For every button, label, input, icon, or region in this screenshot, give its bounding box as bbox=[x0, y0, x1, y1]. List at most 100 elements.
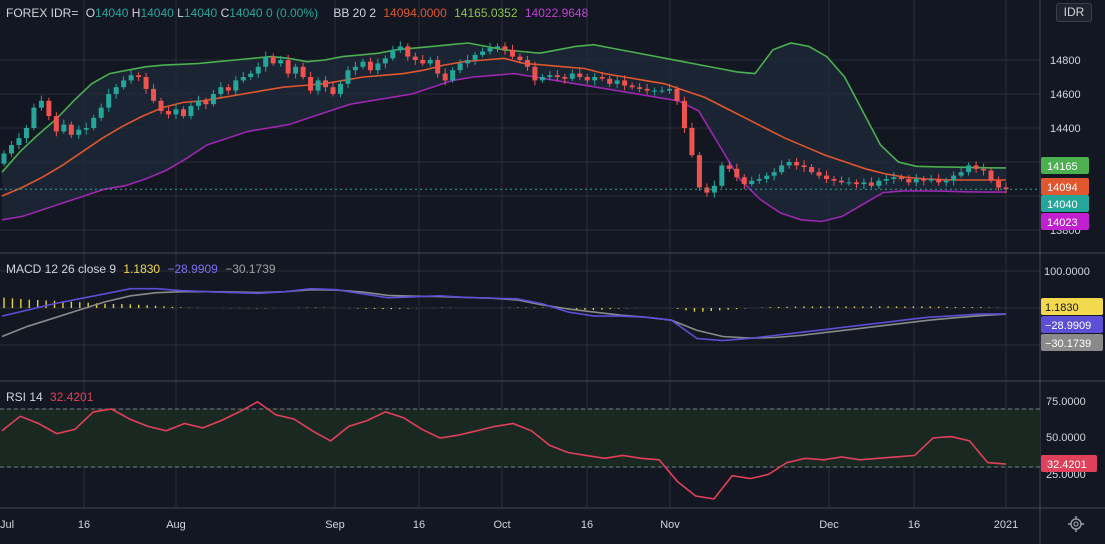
close-value: 14040 bbox=[229, 6, 263, 20]
price-axis-tick: 14800 bbox=[1050, 55, 1081, 67]
candle-body bbox=[367, 61, 373, 71]
candle-body bbox=[539, 77, 545, 81]
candle-body bbox=[345, 70, 351, 84]
rsi-axis-tick: 50.0000 bbox=[1046, 432, 1086, 444]
candle-body bbox=[450, 70, 456, 81]
candle-body bbox=[472, 54, 478, 60]
candle-body bbox=[779, 165, 785, 173]
candle-body bbox=[323, 80, 329, 88]
candle-body bbox=[143, 77, 149, 89]
candle-body bbox=[166, 111, 172, 115]
candle-body bbox=[330, 87, 336, 94]
candle-body bbox=[158, 100, 164, 111]
candle-body bbox=[689, 128, 695, 156]
candle-body bbox=[891, 177, 897, 179]
candle-body bbox=[771, 172, 777, 176]
candle-body bbox=[719, 165, 725, 186]
open-value: 14040 bbox=[95, 6, 129, 20]
candle-body bbox=[831, 179, 837, 181]
candle-body bbox=[375, 63, 381, 71]
price-badge-label: 14094 bbox=[1047, 182, 1078, 194]
macd-legend: MACD 12 26 close 9 1.1830 −28.9909 −30.1… bbox=[6, 262, 276, 276]
candle-body bbox=[988, 170, 994, 181]
candle-body bbox=[883, 179, 889, 181]
candle-body bbox=[233, 80, 239, 91]
rsi-value: 32.4201 bbox=[50, 390, 94, 404]
macd-badge-label: 1.1830 bbox=[1045, 302, 1079, 314]
currency-button[interactable]: IDR bbox=[1056, 3, 1092, 22]
candle-body bbox=[524, 60, 530, 67]
candle-body bbox=[16, 138, 22, 145]
price-badge-label: 14040 bbox=[1047, 199, 1078, 211]
candle-body bbox=[502, 46, 508, 50]
time-axis-tick: Dec bbox=[819, 519, 839, 531]
candle-body bbox=[659, 90, 665, 92]
candle-body bbox=[936, 179, 942, 183]
macd-axis-tick: 100.0000 bbox=[1044, 266, 1090, 278]
time-axis-tick: Sep bbox=[325, 519, 345, 531]
candle-body bbox=[816, 172, 822, 176]
candle-body bbox=[861, 182, 867, 185]
low-label: L bbox=[177, 6, 184, 20]
candle-body bbox=[547, 75, 553, 77]
candle-body bbox=[263, 56, 269, 67]
candle-body bbox=[943, 180, 949, 183]
candle-body bbox=[749, 180, 755, 185]
candle-body bbox=[966, 165, 972, 173]
candle-body bbox=[91, 117, 97, 128]
change-value: 0 (0.00%) bbox=[265, 6, 318, 20]
macd-value: −28.9909 bbox=[167, 262, 218, 276]
bb-upper-value: 14165.0352 bbox=[454, 6, 518, 20]
low-value: 14040 bbox=[183, 6, 218, 20]
candle-body bbox=[188, 105, 194, 117]
bb-basis-value: 14094.0000 bbox=[383, 6, 447, 20]
candle-body bbox=[435, 60, 441, 74]
candle-body bbox=[203, 100, 209, 105]
candle-body bbox=[270, 56, 276, 64]
candle-body bbox=[622, 80, 628, 86]
candle-body bbox=[352, 66, 358, 71]
candle-body bbox=[248, 73, 254, 77]
candle-body bbox=[285, 60, 291, 74]
candle-body bbox=[741, 177, 747, 185]
symbol-name: FOREX IDR= bbox=[6, 6, 79, 20]
candle-body bbox=[113, 87, 119, 94]
candle-body bbox=[876, 180, 882, 186]
candle-body bbox=[996, 180, 1002, 188]
candle-body bbox=[704, 187, 710, 193]
candle-body bbox=[300, 66, 306, 77]
open-label: O bbox=[85, 6, 96, 20]
candle-body bbox=[809, 167, 815, 173]
macd-signal-value: −30.1739 bbox=[225, 262, 276, 276]
candle-body bbox=[764, 175, 770, 179]
bb-label: BB 20 2 bbox=[333, 6, 377, 20]
candle-body bbox=[8, 145, 14, 154]
close-label: C bbox=[220, 6, 230, 20]
candle-body bbox=[734, 168, 740, 178]
candle-body bbox=[532, 66, 538, 81]
time-axis-tick: 16 bbox=[908, 519, 920, 531]
candle-body bbox=[577, 73, 583, 77]
candle-body bbox=[457, 63, 463, 71]
candle-body bbox=[599, 77, 605, 79]
time-axis-tick: Oct bbox=[493, 519, 510, 531]
candle-body bbox=[397, 46, 403, 50]
price-badge-label: 14165 bbox=[1047, 161, 1078, 173]
candle-body bbox=[405, 46, 411, 57]
candle-body bbox=[278, 60, 284, 64]
rsi-legend: RSI 14 32.4201 bbox=[6, 390, 93, 404]
candle-body bbox=[390, 49, 396, 59]
candle-body bbox=[218, 87, 224, 94]
candle-body bbox=[442, 73, 448, 81]
time-axis-tick: 16 bbox=[78, 519, 90, 531]
candle-body bbox=[584, 77, 590, 81]
candle-body bbox=[509, 49, 515, 57]
candle-body bbox=[412, 56, 418, 60]
candle-body bbox=[98, 107, 104, 118]
candle-body bbox=[838, 180, 844, 183]
candle-body bbox=[726, 165, 732, 169]
settings-gear-icon[interactable] bbox=[1067, 515, 1085, 533]
candle-body bbox=[315, 80, 321, 91]
candle-body bbox=[121, 80, 127, 88]
candle-body bbox=[106, 94, 112, 108]
